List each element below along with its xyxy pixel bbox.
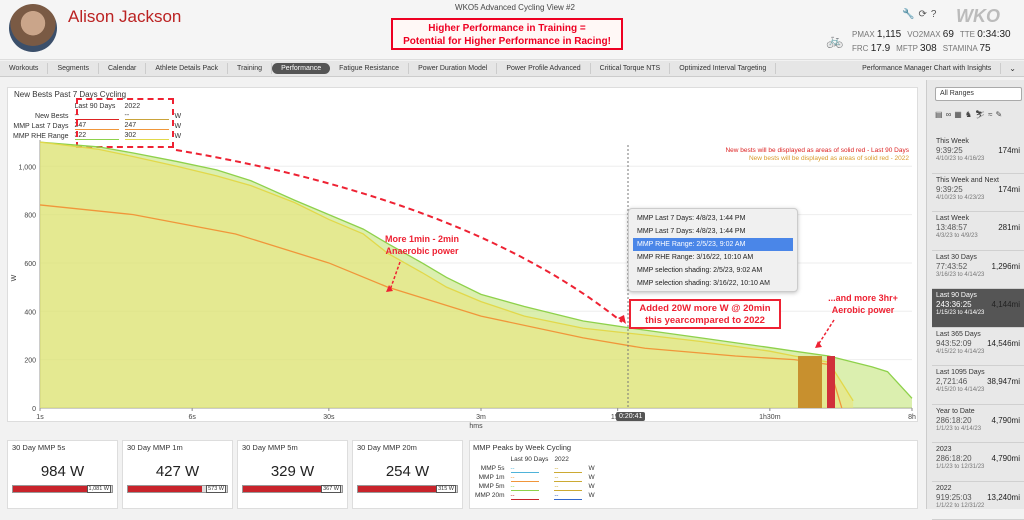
stat-card[interactable]: 30 Day MMP 5m 329 W 367 W (237, 440, 348, 509)
stat-card-best: 367 W (321, 485, 341, 493)
range-item[interactable]: Year to Date 286:18:204,790mi 1/1/23 to … (932, 405, 1024, 444)
stat-card[interactable]: 30 Day MMP 5s 984 W 1,081 W (7, 440, 118, 509)
pencil-icon[interactable]: ✎ (996, 110, 1003, 119)
stat-card-value: 984 W (8, 463, 117, 480)
x-tick-label: 3m (476, 414, 486, 421)
range-item[interactable]: Last 90 Days 243:36:254,144mi 1/15/23 to… (932, 289, 1024, 328)
tooltip-item[interactable]: MMP RHE Range: 3/16/22, 10:10 AM (633, 251, 793, 264)
range-item[interactable]: 2023 286:18:204,790mi 1/1/23 to 12/31/23 (932, 443, 1024, 482)
y-axis-label: W (11, 274, 18, 281)
tooltip-item[interactable]: MMP RHE Range: 2/5/23, 9:02 AM (633, 238, 793, 251)
ski-icon[interactable]: ⛷ (975, 110, 985, 119)
link-icon[interactable]: ∞ (946, 110, 952, 119)
x-axis-label: hms (469, 423, 483, 430)
range-item[interactable]: This Week 9:39:25174mi 4/10/23 to 4/16/2… (932, 135, 1024, 174)
arrow-head (618, 315, 626, 324)
stat-card[interactable]: 30 Day MMP 1m 427 W 573 W (122, 440, 233, 509)
range-list: This Week 9:39:25174mi 4/10/23 to 4/16/2… (932, 135, 1024, 520)
stat-card-bar: 1,081 W (12, 485, 113, 493)
peaks-legend: Last 90 Days2022 MMP 5s----WMMP 1m----WM… (472, 455, 598, 500)
stat-card-title: 30 Day MMP 5s (12, 443, 65, 452)
stat-card-title: 30 Day MMP 20m (357, 443, 417, 452)
grid-icon[interactable]: ▦ (954, 110, 962, 119)
threshold-annotation: Added 20W more W @ 20min this yearcompar… (629, 299, 781, 329)
stat-card-title: 30 Day MMP 5m (242, 443, 298, 452)
list-icon[interactable]: ▤ (935, 110, 943, 119)
peaks-legend-row: MMP 20m----W (472, 491, 598, 500)
stat-card-bar: 573 W (127, 485, 228, 493)
peaks-title: MMP Peaks by Week Cycling (473, 443, 571, 452)
y-tick-label: 1,000 (18, 164, 36, 171)
range-item[interactable]: Last 30 Days 77:43:521,296mi 3/16/23 to … (932, 251, 1024, 290)
y-tick-label: 600 (24, 261, 36, 268)
mmp-peaks-panel: MMP Peaks by Week Cycling Last 90 Days20… (469, 440, 918, 509)
stat-card-value: 329 W (238, 463, 347, 480)
y-tick-label: 0 (32, 406, 36, 413)
y-tick-label: 400 (24, 309, 36, 316)
x-tick-label: 1h30m (759, 414, 781, 421)
sidebar-tools: ▤ ∞ ▦ ♞ ⛷ ≈ ✎ (935, 110, 1002, 119)
stat-card-value: 427 W (123, 463, 232, 480)
x-tick-label: 30s (323, 414, 335, 421)
stat-card-best: 315 W (436, 485, 456, 493)
range-item[interactable]: 2022 919:25:0313,240mi 1/1/22 to 12/31/2… (932, 482, 1024, 520)
new-best-bar-2022 (798, 356, 822, 408)
y-tick-label: 200 (24, 358, 36, 365)
tooltip-item[interactable]: MMP selection shading: 2/5/23, 9:02 AM (633, 264, 793, 277)
x-tick-label: 6s (188, 414, 196, 421)
peaks-legend-row: MMP 5s----W (472, 464, 598, 473)
aerobic-annotation: ...and more 3hr+ Aerobic power (812, 292, 914, 316)
anaerobic-annotation: More 1min - 2min Anaerobic power (372, 233, 472, 257)
mmp-chart[interactable]: 02004006008001,0001s6s30s3m15m1h30m8hhms… (0, 0, 1024, 509)
tooltip-item[interactable]: MMP Last 7 Days: 4/8/23, 1:44 PM (633, 225, 793, 238)
range-item[interactable]: Last 365 Days 943:52:0914,546mi 4/15/22 … (932, 328, 1024, 367)
stat-card-value: 254 W (353, 463, 462, 480)
x-tick-label: 8h (908, 414, 916, 421)
arrow-head (815, 341, 822, 348)
swim-icon[interactable]: ≈ (988, 110, 992, 119)
peaks-legend-row: MMP 1m----W (472, 473, 598, 482)
stat-card-bar: 315 W (357, 485, 458, 493)
new-best-bar-90-days (827, 356, 835, 408)
stat-card[interactable]: 30 Day MMP 20m 254 W 315 W (352, 440, 463, 509)
range-select[interactable]: All Ranges (935, 87, 1022, 101)
chart-tooltip-menu: MMP Last 7 Days: 4/8/23, 1:44 PMMMP Last… (628, 208, 798, 292)
stat-card-best: 1,081 W (87, 485, 111, 493)
x-tick-label: 1s (36, 414, 44, 421)
range-item[interactable]: Last Week 13:48:57281mi 4/3/23 to 4/9/23 (932, 212, 1024, 251)
y-tick-label: 800 (24, 213, 36, 220)
arrow-aerobic (818, 320, 834, 345)
tooltip-item[interactable]: MMP selection shading: 3/16/22, 10:10 AM (633, 277, 793, 290)
range-item[interactable]: Last 1095 Days 2,721:4638,947mi 4/15/20 … (932, 366, 1024, 405)
range-item[interactable]: This Week and Next 9:39:25174mi 4/10/23 … (932, 174, 1024, 213)
stat-card-title: 30 Day MMP 1m (127, 443, 183, 452)
tooltip-item[interactable]: MMP Last 7 Days: 4/8/23, 1:44 PM (633, 212, 793, 225)
stat-card-bar: 367 W (242, 485, 343, 493)
run-icon[interactable]: ♞ (965, 110, 972, 119)
peaks-legend-row: MMP 5m----W (472, 482, 598, 491)
stat-card-best: 573 W (206, 485, 226, 493)
cursor-time-label[interactable]: 0:20:41 (616, 412, 645, 421)
